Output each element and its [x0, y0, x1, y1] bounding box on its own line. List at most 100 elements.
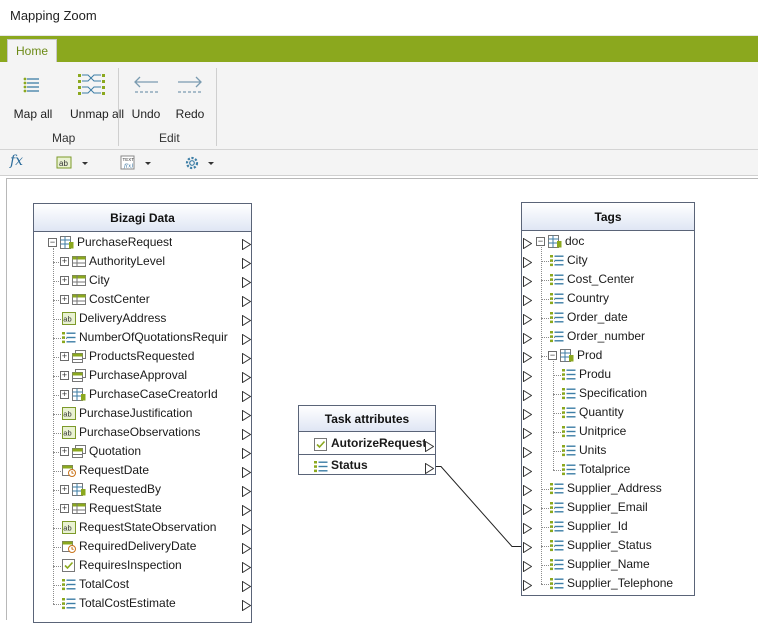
task-attribute-row[interactable]: AutorizeRequest	[299, 433, 435, 454]
tree-row[interactable]: ab PurchaseObservations	[34, 423, 252, 442]
tree-row[interactable]: Supplier_Name	[522, 555, 694, 574]
input-connector-arrow-icon[interactable]	[523, 255, 533, 269]
expand-toggle[interactable]: +	[60, 257, 69, 266]
output-connector-arrow-icon[interactable]	[242, 560, 252, 574]
output-connector-arrow-icon[interactable]	[242, 484, 252, 498]
expand-toggle[interactable]: +	[60, 447, 69, 456]
output-connector-arrow-icon[interactable]	[242, 332, 252, 346]
tree-row[interactable]: Totalprice	[522, 460, 694, 479]
tree-row[interactable]: − Prod	[522, 346, 694, 365]
output-connector-arrow-icon[interactable]	[242, 522, 252, 536]
tree-row[interactable]: TotalCost	[34, 575, 252, 594]
tree-row[interactable]: Supplier_Id	[522, 517, 694, 536]
tree-row[interactable]: Units	[522, 441, 694, 460]
input-connector-arrow-icon[interactable]	[523, 540, 533, 554]
output-connector-arrow-icon[interactable]	[242, 237, 252, 251]
input-connector-arrow-icon[interactable]	[523, 445, 533, 459]
tree-row[interactable]: ab RequestStateObservation	[34, 518, 252, 537]
input-connector-arrow-icon[interactable]	[523, 331, 533, 345]
input-connector-arrow-icon[interactable]	[523, 350, 533, 364]
unmap-all-button[interactable]: Unmap all	[70, 70, 124, 121]
output-connector-arrow-icon[interactable]	[242, 541, 252, 555]
input-connector-arrow-icon[interactable]	[523, 407, 533, 421]
output-connector-arrow-icon[interactable]	[242, 408, 252, 422]
input-connector-arrow-icon[interactable]	[523, 369, 533, 383]
tree-row[interactable]: + PurchaseCaseCreatorId	[34, 385, 252, 404]
tree-row[interactable]: TotalCostEstimate	[34, 594, 252, 613]
input-connector-arrow-icon[interactable]	[523, 521, 533, 535]
tree-row[interactable]: Order_number	[522, 327, 694, 346]
tree-row[interactable]: − PurchaseRequest	[34, 233, 252, 252]
output-connector-arrow-icon[interactable]	[242, 579, 252, 593]
input-connector-arrow-icon[interactable]	[523, 293, 533, 307]
task-attribute-row[interactable]: Status	[299, 454, 435, 475]
output-connector-arrow-icon[interactable]	[242, 427, 252, 441]
tree-row[interactable]: − doc	[522, 232, 694, 251]
map-all-button[interactable]: Map all	[12, 70, 54, 121]
tree-row[interactable]: Supplier_Telephone	[522, 574, 694, 593]
tree-row[interactable]: Order_date	[522, 308, 694, 327]
tab-home[interactable]: Home	[7, 39, 57, 63]
input-connector-arrow-icon[interactable]	[523, 483, 533, 497]
tree-row[interactable]: RequestDate	[34, 461, 252, 480]
output-connector-arrow-icon[interactable]	[242, 351, 252, 365]
output-connector-arrow-icon[interactable]	[242, 598, 252, 612]
expand-toggle[interactable]: +	[60, 371, 69, 380]
output-connector-arrow-icon[interactable]	[242, 370, 252, 384]
tree-row[interactable]: Supplier_Status	[522, 536, 694, 555]
tree-row[interactable]: + City	[34, 271, 252, 290]
tree-row[interactable]: RequiredDeliveryDate	[34, 537, 252, 556]
expand-toggle[interactable]: +	[60, 295, 69, 304]
output-connector-arrow-icon[interactable]	[242, 256, 252, 270]
output-connector-arrow-icon[interactable]	[425, 460, 435, 475]
expand-toggle[interactable]: +	[60, 352, 69, 361]
output-connector-arrow-icon[interactable]	[242, 446, 252, 460]
undo-button[interactable]: Undo	[128, 70, 164, 121]
input-connector-arrow-icon[interactable]	[523, 559, 533, 573]
tree-row[interactable]: + ProductsRequested	[34, 347, 252, 366]
input-connector-arrow-icon[interactable]	[523, 464, 533, 478]
input-connector-arrow-icon[interactable]	[523, 274, 533, 288]
tree-row[interactable]: + PurchaseApproval	[34, 366, 252, 385]
output-connector-arrow-icon[interactable]	[425, 438, 435, 453]
output-connector-arrow-icon[interactable]	[242, 389, 252, 403]
expand-toggle[interactable]: +	[60, 276, 69, 285]
tree-row[interactable]: Specification	[522, 384, 694, 403]
tree-row[interactable]: ab DeliveryAddress	[34, 309, 252, 328]
redo-button[interactable]: Redo	[172, 70, 208, 121]
expand-toggle[interactable]: +	[60, 504, 69, 513]
settings-dropdown[interactable]	[184, 155, 218, 171]
tree-row[interactable]: + RequestedBy	[34, 480, 252, 499]
input-connector-arrow-icon[interactable]	[523, 578, 533, 592]
tree-row[interactable]: Country	[522, 289, 694, 308]
tree-row[interactable]: City	[522, 251, 694, 270]
expand-toggle[interactable]: +	[60, 485, 69, 494]
tree-row[interactable]: + Quotation	[34, 442, 252, 461]
text-format-dropdown[interactable]: ab	[56, 155, 90, 171]
collapse-toggle[interactable]: −	[48, 238, 57, 247]
input-connector-arrow-icon[interactable]	[523, 426, 533, 440]
input-connector-arrow-icon[interactable]	[523, 312, 533, 326]
tree-row[interactable]: RequiresInspection	[34, 556, 252, 575]
expand-toggle[interactable]: +	[60, 390, 69, 399]
tree-row[interactable]: Supplier_Address	[522, 479, 694, 498]
output-connector-arrow-icon[interactable]	[242, 313, 252, 327]
tree-row[interactable]: Produ	[522, 365, 694, 384]
input-connector-arrow-icon[interactable]	[523, 388, 533, 402]
tree-row[interactable]: + AuthorityLevel	[34, 252, 252, 271]
mapping-line[interactable]	[435, 466, 524, 547]
tree-row[interactable]: + RequestState	[34, 499, 252, 518]
tree-row[interactable]: Cost_Center	[522, 270, 694, 289]
collapse-toggle[interactable]: −	[548, 351, 557, 360]
tree-row[interactable]: + CostCenter	[34, 290, 252, 309]
tree-row[interactable]: Supplier_Email	[522, 498, 694, 517]
output-connector-arrow-icon[interactable]	[242, 465, 252, 479]
tree-row[interactable]: Unitprice	[522, 422, 694, 441]
input-connector-arrow-icon[interactable]	[523, 236, 533, 250]
tree-row[interactable]: NumberOfQuotationsRequir	[34, 328, 252, 347]
formula-dropdown[interactable]: TEXT f(x)	[120, 155, 154, 171]
tree-row[interactable]: Quantity	[522, 403, 694, 422]
fx-icon[interactable]: fx	[10, 153, 23, 169]
collapse-toggle[interactable]: −	[536, 237, 545, 246]
tree-row[interactable]: ab PurchaseJustification	[34, 404, 252, 423]
